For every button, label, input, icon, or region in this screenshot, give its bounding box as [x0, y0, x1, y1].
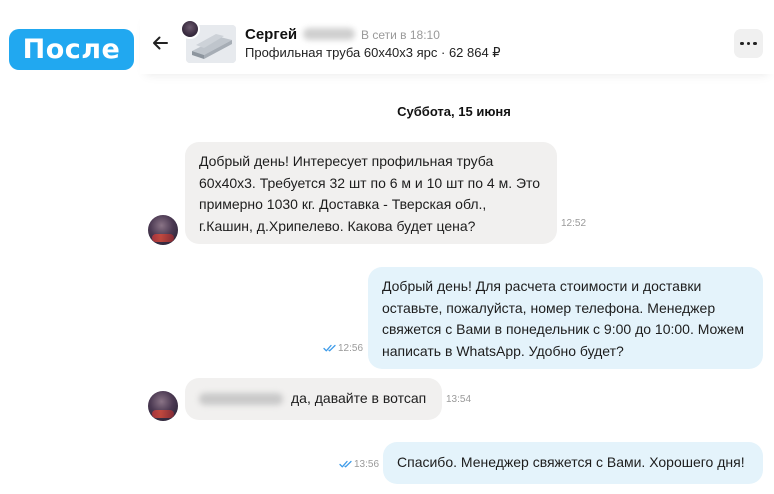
message-time: 13:56 — [354, 459, 380, 470]
message-line: 60х40х3. Требуется 32 шт по 6 м и 10 шт … — [199, 174, 541, 191]
contact-name: Сергей — [245, 26, 298, 43]
message-time: 12:52 — [561, 218, 587, 229]
avatar — [148, 391, 178, 421]
message-line: Добрый день! Интересует профильная труба — [199, 153, 494, 169]
online-status: В сети в 18:10 — [361, 28, 440, 42]
avatar — [148, 215, 178, 245]
message-line: написать в WhatsApp. Удобно будет? — [382, 342, 624, 359]
message-time: 12:56 — [338, 343, 364, 354]
message-line: оставьте, пожалуйста, номер телефона. Ме… — [382, 299, 716, 316]
message-text: Спасибо. Менеджер свяжется с Вами. Хорош… — [397, 454, 745, 470]
message-bubble-outgoing: Спасибо. Менеджер свяжется с Вами. Хорош… — [383, 442, 763, 484]
blurred-phone-number — [199, 393, 283, 406]
double-check-icon — [323, 344, 336, 352]
date-separator: Суббота, 15 июня — [397, 104, 511, 119]
message-bubble-incoming: Добрый день! Интересует профильная труба… — [185, 142, 557, 244]
message-bubble-outgoing: Добрый день! Для расчета стоимости и дос… — [368, 267, 763, 369]
message-text: да, давайте в вотсап — [291, 390, 427, 406]
back-arrow-icon[interactable] — [150, 33, 170, 53]
double-check-icon — [339, 460, 352, 468]
message-line: примерно 1030 кг. Доставка - Тверская об… — [199, 196, 487, 212]
message-line: свяжется с Вами в понедельник с 9:00 до … — [382, 321, 744, 337]
message-time: 13:54 — [446, 394, 472, 405]
seller-avatar — [180, 19, 200, 39]
message-line: Добрый день! Для расчета стоимости и дос… — [382, 278, 702, 294]
message-line: г.Кашин, д.Хрипелево. Какова будет цена? — [199, 217, 476, 234]
more-dots-icon[interactable] — [734, 29, 763, 58]
blurred-surname — [303, 28, 355, 40]
after-badge: После — [9, 29, 134, 70]
product-title-price[interactable]: Профильная труба 60х40х3 ярс · 62 864 ₽ — [245, 45, 501, 61]
message-bubble-incoming: да, давайте в вотсап — [185, 378, 442, 420]
